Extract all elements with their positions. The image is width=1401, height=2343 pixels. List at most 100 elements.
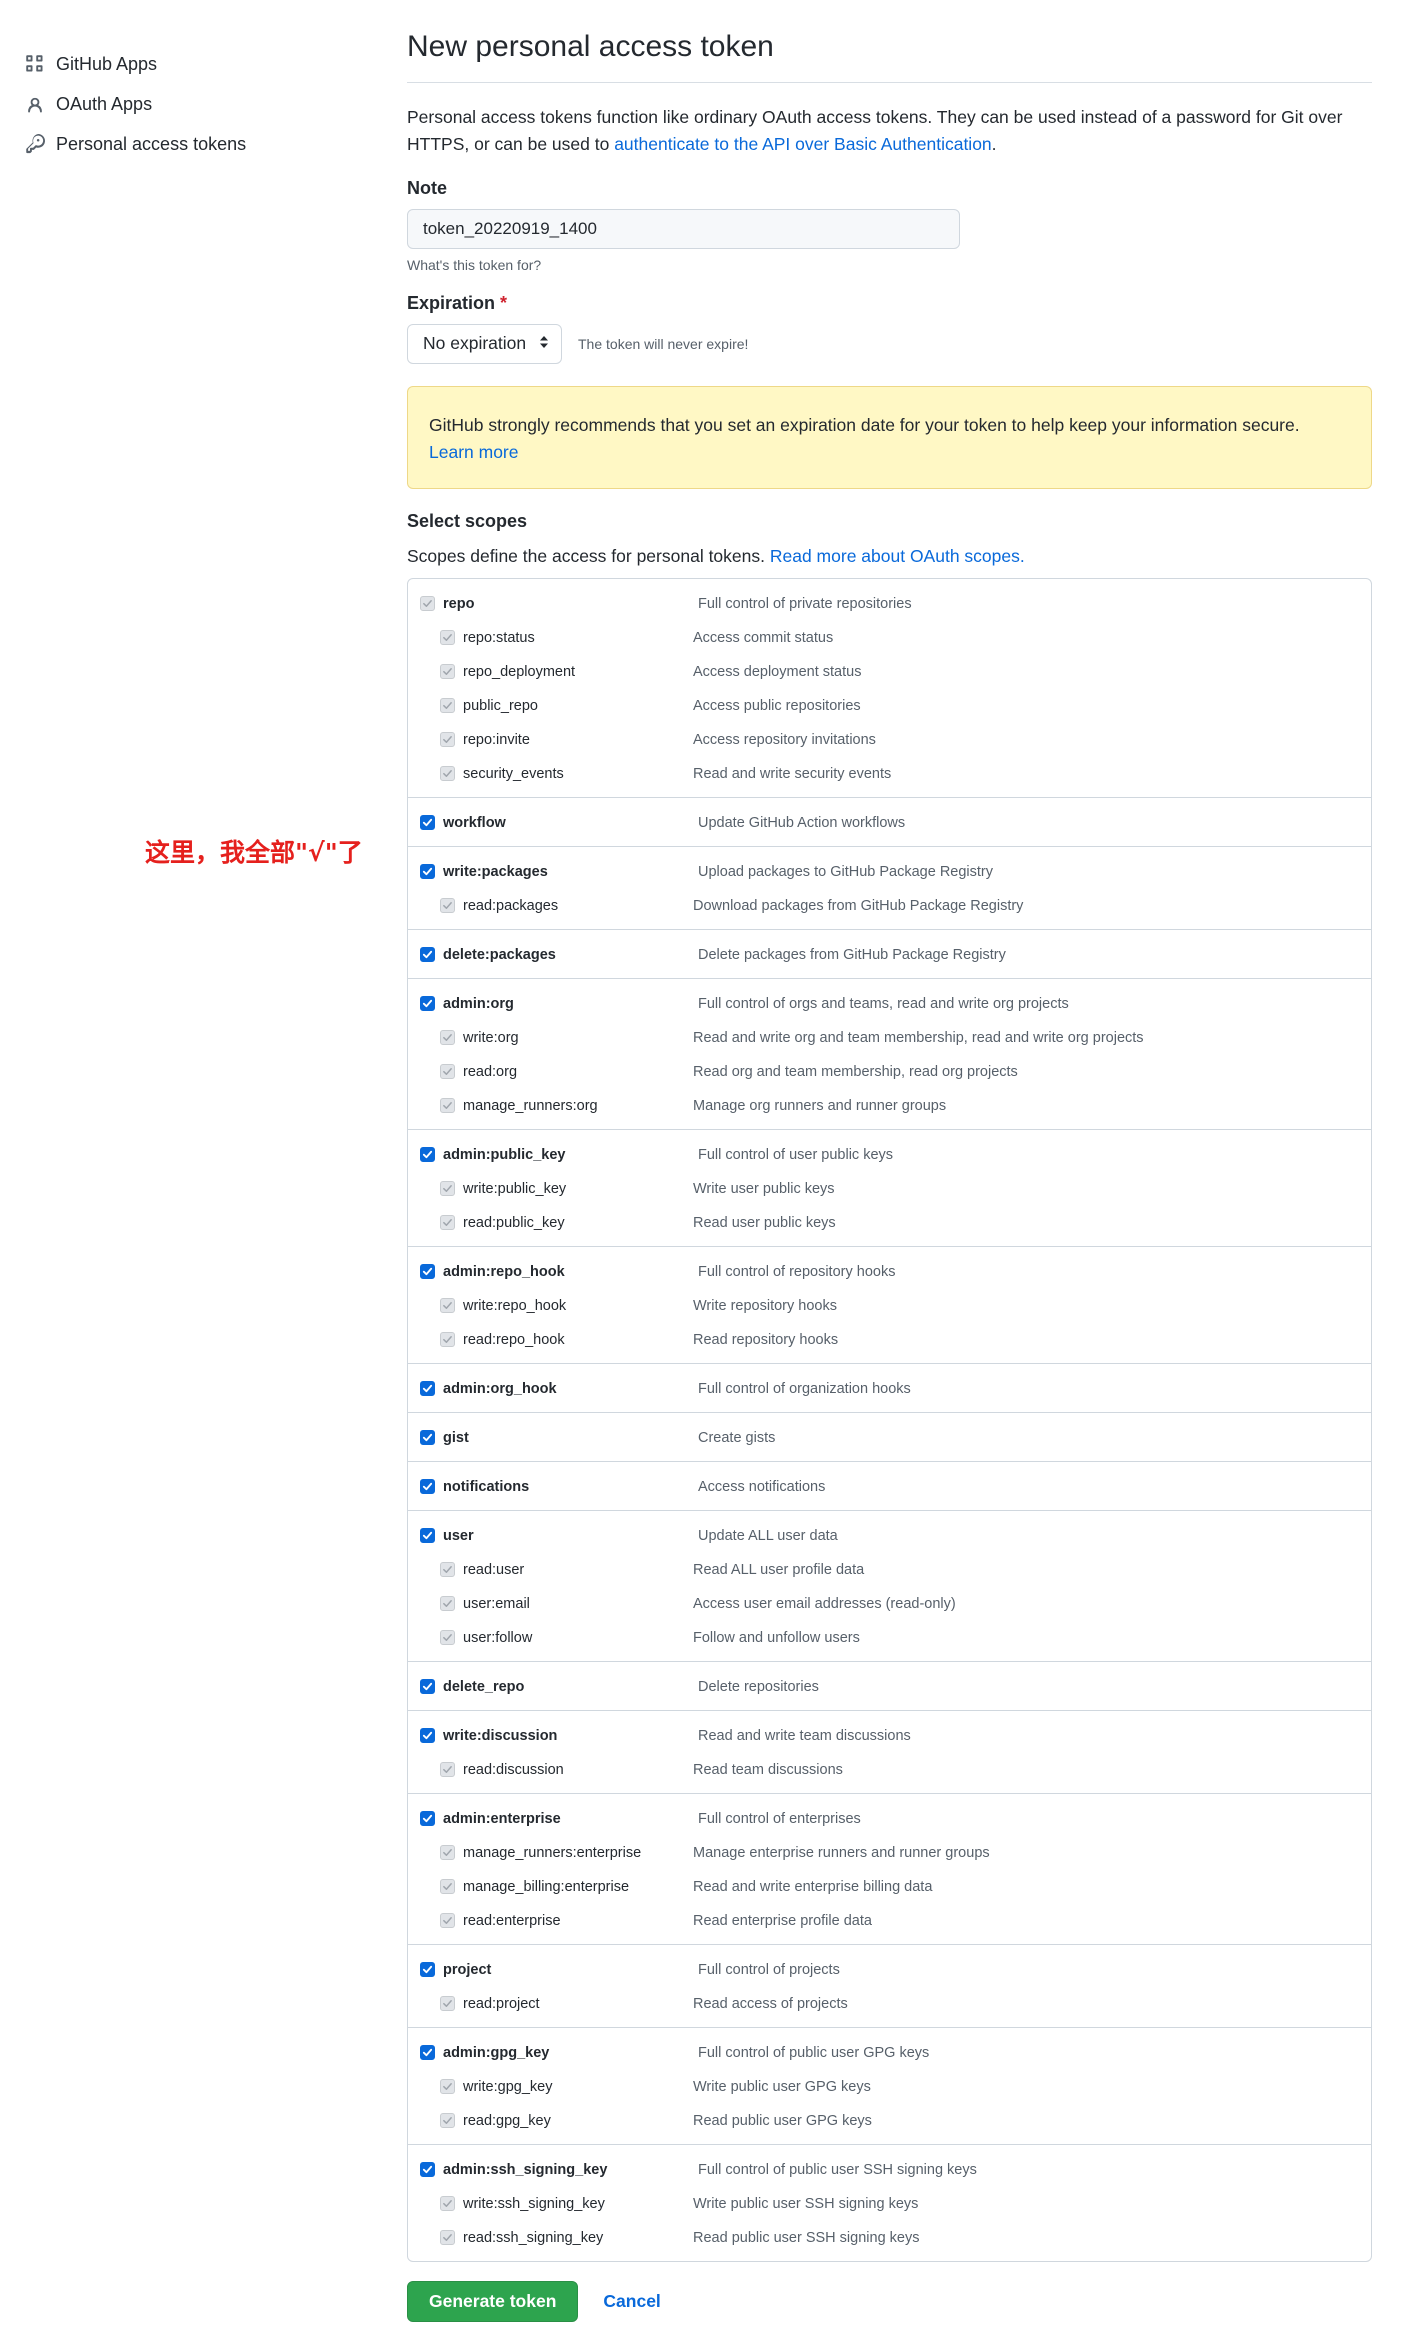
apps-icon: [24, 53, 46, 75]
scope-checkbox[interactable]: [420, 1264, 435, 1279]
scope-description: Create gists: [698, 1429, 776, 1446]
subscope-checkbox[interactable]: [440, 898, 455, 913]
scope-group: admin:enterprise Full control of enterpri…: [408, 1792, 1371, 1944]
generate-token-button[interactable]: Generate token: [407, 2280, 579, 2322]
scope-name: notifications: [443, 1478, 530, 1495]
scope-name: gist: [443, 1429, 469, 1446]
subscope-name: read:gpg_key: [463, 2112, 551, 2129]
scope-description: Full control of projects: [698, 1961, 840, 1978]
expiration-label: Expiration *: [407, 293, 1372, 314]
sidebar-item-github-apps[interactable]: GitHub Apps: [24, 44, 324, 84]
subscope-name: repo:invite: [463, 731, 530, 748]
subscope-checkbox[interactable]: [440, 1845, 455, 1860]
subscope-checkbox[interactable]: [440, 2079, 455, 2094]
scope-description: Full control of public user GPG keys: [698, 2044, 930, 2061]
subscope-row: write:public_key Write user public keys: [408, 1172, 1371, 1206]
subscope-checkbox[interactable]: [440, 1913, 455, 1928]
subscope-checkbox[interactable]: [440, 1098, 455, 1113]
subscope-row: repo_deployment Access deployment status: [408, 655, 1371, 689]
scope-checkbox[interactable]: [420, 596, 435, 611]
subscope-checkbox[interactable]: [440, 1762, 455, 1777]
scope-checkbox[interactable]: [420, 1679, 435, 1694]
subscope-checkbox[interactable]: [440, 698, 455, 713]
subscope-checkbox[interactable]: [440, 1298, 455, 1313]
subscope-checkbox[interactable]: [440, 1215, 455, 1230]
required-mark: *: [500, 292, 508, 313]
scope-checkbox[interactable]: [420, 947, 435, 962]
scope-checkbox[interactable]: [420, 815, 435, 830]
scope-group: user Update ALL user data read:user Read AL…: [408, 1509, 1371, 1661]
subscope-checkbox[interactable]: [440, 2230, 455, 2245]
scope-checkbox[interactable]: [420, 1962, 435, 1977]
scope-checkbox[interactable]: [420, 2162, 435, 2177]
expiration-label-text: Expiration: [407, 292, 496, 313]
scope-checkbox[interactable]: [420, 864, 435, 879]
sidebar-item-oauth-apps[interactable]: OAuth Apps: [24, 84, 324, 124]
scope-row: admin:public_key Full control of user pub…: [408, 1138, 1371, 1172]
key-icon: [24, 133, 46, 155]
subscope-row: repo:invite Access repository invitations: [408, 723, 1371, 757]
subscope-checkbox[interactable]: [440, 1996, 455, 2011]
note-input[interactable]: [407, 208, 960, 249]
subscope-checkbox[interactable]: [440, 1332, 455, 1347]
subscope-checkbox[interactable]: [440, 2113, 455, 2128]
subscope-name: repo:status: [463, 629, 535, 646]
subscope-description: Read ALL user profile data: [693, 1561, 865, 1578]
scope-row: notifications Access notifications: [408, 1470, 1371, 1504]
basic-auth-link[interactable]: authenticate to the API over Basic Authe…: [614, 134, 991, 154]
subscope-checkbox[interactable]: [440, 630, 455, 645]
subscope-checkbox[interactable]: [440, 664, 455, 679]
subscope-checkbox[interactable]: [440, 1562, 455, 1577]
subscope-checkbox[interactable]: [440, 766, 455, 781]
expiration-select[interactable]: No expiration: [407, 323, 562, 364]
subscope-checkbox[interactable]: [440, 1879, 455, 1894]
scope-checkbox[interactable]: [420, 1528, 435, 1543]
subscope-checkbox[interactable]: [440, 1630, 455, 1645]
scope-checkbox[interactable]: [420, 1811, 435, 1826]
scope-checkbox[interactable]: [420, 996, 435, 1011]
cancel-link[interactable]: Cancel: [603, 2291, 660, 2312]
scope-name: user: [443, 1527, 474, 1544]
scope-group: project Full control of projects read:proj…: [408, 1943, 1371, 2027]
subscope-row: security_events Read and write security e…: [408, 757, 1371, 791]
scope-checkbox[interactable]: [420, 1381, 435, 1396]
subscope-checkbox[interactable]: [440, 732, 455, 747]
scope-row: write:packages Upload packages to GitHub …: [408, 855, 1371, 889]
form-actions: Generate token Cancel: [407, 2280, 1372, 2322]
subscope-description: Read user public keys: [693, 1214, 836, 1231]
scope-row: admin:org_hook Full control of organizati…: [408, 1372, 1371, 1406]
subscope-name: read:repo_hook: [463, 1331, 565, 1348]
sidebar-item-label: GitHub Apps: [56, 53, 158, 74]
subscope-row: read:ssh_signing_key Read public user SSH…: [408, 2221, 1371, 2255]
expiration-warning: GitHub strongly recommends that you set …: [407, 385, 1372, 489]
sidebar-item-personal-access-tokens[interactable]: Personal access tokens: [24, 124, 324, 164]
subscope-description: Access public repositories: [693, 697, 861, 714]
subscope-description: Read and write enterprise billing data: [693, 1878, 933, 1895]
subscope-row: manage_runners:org Manage org runners and…: [408, 1089, 1371, 1123]
oauth-scopes-link[interactable]: Read more about OAuth scopes.: [770, 546, 1025, 566]
subscope-checkbox[interactable]: [440, 1030, 455, 1045]
subscope-row: public_repo Access public repositories: [408, 689, 1371, 723]
scope-group: write:discussion Read and write team disc…: [408, 1709, 1371, 1793]
scope-checkbox[interactable]: [420, 1147, 435, 1162]
subscope-checkbox[interactable]: [440, 1181, 455, 1196]
scope-name: admin:org: [443, 995, 514, 1012]
settings-sidebar: GitHub Apps OAuth Apps Personal access t…: [24, 44, 324, 164]
subscope-row: write:gpg_key Write public user GPG keys: [408, 2070, 1371, 2104]
subscope-description: Read org and team membership, read org p…: [693, 1063, 1018, 1080]
note-hint: What's this token for?: [407, 256, 542, 273]
subscope-checkbox[interactable]: [440, 1596, 455, 1611]
scope-checkbox[interactable]: [420, 1728, 435, 1743]
scope-description: Delete repositories: [698, 1678, 819, 1695]
scope-checkbox[interactable]: [420, 2045, 435, 2060]
subscope-description: Read public user GPG keys: [693, 2112, 872, 2129]
scope-checkbox[interactable]: [420, 1479, 435, 1494]
scope-name: project: [443, 1961, 492, 1978]
scope-checkbox[interactable]: [420, 1430, 435, 1445]
subscope-checkbox[interactable]: [440, 1064, 455, 1079]
learn-more-link[interactable]: Learn more: [429, 442, 519, 462]
sidebar-item-label: Personal access tokens: [56, 133, 247, 154]
scope-group: repo Full control of private repositories…: [408, 579, 1371, 797]
scope-row: project Full control of projects: [408, 1953, 1371, 1987]
subscope-checkbox[interactable]: [440, 2196, 455, 2211]
